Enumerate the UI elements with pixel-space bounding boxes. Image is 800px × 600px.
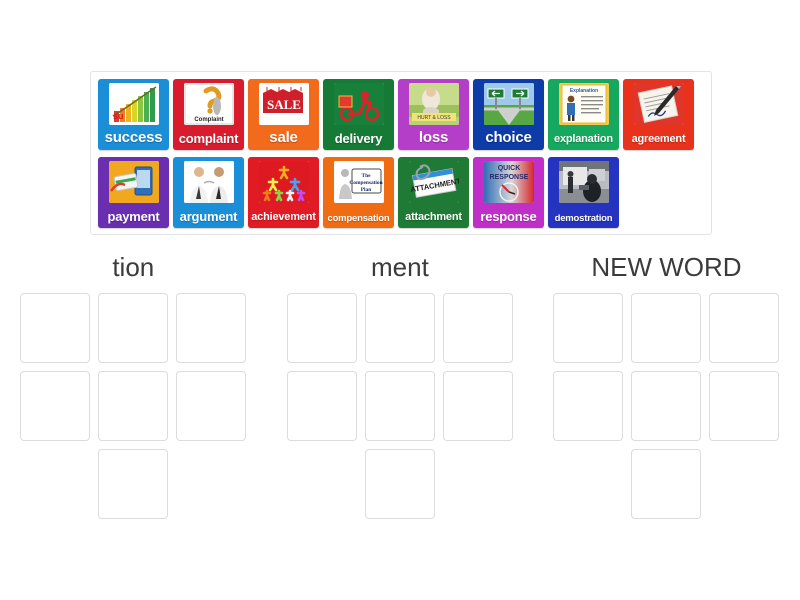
drop-slot[interactable] [631,293,702,363]
drop-slot[interactable] [98,449,169,519]
column-title: tion [112,252,155,282]
word-tile-label: complaint [178,131,239,147]
quick-response-image: QUICK RESPONSE [483,161,534,203]
drop-slot[interactable] [176,371,247,441]
word-tile-demostration[interactable]: demostration [548,157,619,228]
drop-slot[interactable] [20,371,91,441]
drop-slot[interactable] [364,449,435,519]
drop-slot[interactable] [364,371,435,441]
drop-slot[interactable] [553,371,624,441]
word-tile-achievement[interactable]: achievement [248,157,319,228]
card-payment-image [108,161,159,203]
svg-text:RESPONSE: RESPONSE [489,174,528,181]
bar-chart-growth-image: su [108,83,159,125]
svg-text:QUICK: QUICK [497,165,520,172]
word-tile-agreement[interactable]: agreement [623,79,694,150]
word-tile-label: loss [418,129,449,147]
crossroad-signs-image [483,83,534,125]
drop-slot-grid [546,293,786,519]
column-title: NEW WORD [591,252,742,282]
drop-slot[interactable] [553,293,624,363]
sale-tags-image: SALE [258,83,309,125]
drop-slot[interactable] [709,371,780,441]
word-tile-label: payment [107,209,160,225]
drop-slot[interactable] [286,371,357,441]
drop-slot[interactable] [442,293,513,363]
word-tile-compensation[interactable]: The Compensation Plan compensation [323,157,394,228]
sort-column-tion: tion [0,250,267,519]
teacher-poster-image: Explanation [558,83,609,125]
word-tile-complaint[interactable]: Complaint complaint [173,79,244,150]
word-tile-label: success [104,129,163,147]
svg-text:The: The [361,173,371,179]
word-bank-row-1: su success Complaint complaint SALE sale de… [96,78,706,155]
word-tile-label: delivery [334,131,383,147]
word-tile-response[interactable]: QUICK RESPONSE response [473,157,544,228]
drop-slot[interactable] [709,293,780,363]
word-tile-argument[interactable]: argument [173,157,244,228]
word-tile-payment[interactable]: payment [98,157,169,228]
column-title: ment [370,252,429,282]
drop-slot[interactable] [98,293,169,363]
word-tile-label: achievement [251,211,316,224]
word-bank-row-2: payment argument achievement The Compens… [96,156,706,233]
word-tile-label: agreement [631,133,686,146]
word-tile-label: sale [269,129,298,147]
question-mark-image: Complaint [183,83,234,125]
people-pyramid-image [258,161,309,203]
word-tile-label: demostration [554,213,613,225]
sort-columns: tion ment NEW WORD [0,250,800,519]
word-tile-label: argument [179,209,238,225]
word-tile-label: attachment [405,211,462,224]
word-bank-tray: su success Complaint complaint SALE sale de… [90,71,712,235]
two-men-arguing-image [183,161,234,203]
svg-text:HURT & LOSS: HURT & LOSS [417,115,451,121]
drop-slot[interactable] [631,371,702,441]
drop-slot[interactable] [364,293,435,363]
word-tile-success[interactable]: su success [98,79,169,150]
word-tile-loss[interactable]: HURT & LOSS loss [398,79,469,150]
word-tile-attachment[interactable]: ATTACHMENT attachment [398,157,469,228]
svg-text:Complaint: Complaint [194,117,223,123]
compensation-plan-image: The Compensation Plan [333,161,384,203]
word-tile-label: compensation [327,213,390,225]
svg-text:SALE: SALE [267,97,301,112]
word-tile-delivery[interactable]: delivery [323,79,394,150]
drop-slot[interactable] [20,293,91,363]
classroom-demo-image [558,161,609,203]
sort-column-new-word: NEW WORD [533,250,800,519]
drop-slot[interactable] [98,371,169,441]
drop-slot[interactable] [286,293,357,363]
drop-slot[interactable] [176,293,247,363]
svg-text:Explanation: Explanation [569,88,597,94]
svg-text:su: su [113,111,124,121]
delivery-scooter-image [333,83,384,125]
contract-pen-image [633,83,684,125]
word-tile-label: response [480,209,537,225]
word-tile-label: explanation [554,133,613,146]
drop-slot-grid [280,293,520,519]
sort-column-ment: ment [267,250,534,519]
paperclip-note-image: ATTACHMENT [408,161,459,203]
word-tile-label: choice [485,129,532,147]
svg-text:Compensation: Compensation [349,180,382,186]
svg-text:Plan: Plan [360,187,370,193]
sad-person-image: HURT & LOSS [408,83,459,125]
word-tile-choice[interactable]: choice [473,79,544,150]
drop-slot-grid [13,293,253,519]
drop-slot[interactable] [442,371,513,441]
word-tile-sale[interactable]: SALE sale [248,79,319,150]
drop-slot[interactable] [631,449,702,519]
word-tile-explanation[interactable]: Explanation explanation [548,79,619,150]
